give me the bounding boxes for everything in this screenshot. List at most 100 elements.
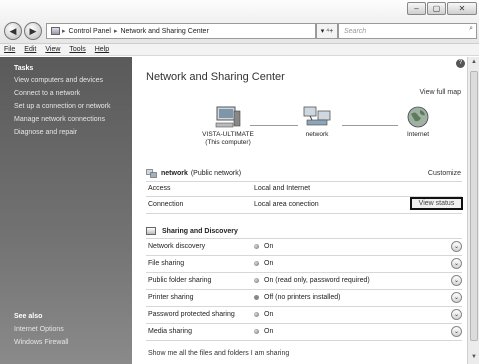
status-on-icon: [254, 244, 259, 249]
network-label: network: [305, 131, 329, 138]
tasks-heading: Tasks: [14, 65, 34, 72]
close-button[interactable]: ✕: [447, 2, 477, 15]
map-node-internet[interactable]: Internet: [394, 105, 442, 139]
customize-link[interactable]: Customize: [428, 170, 461, 177]
sharing-row-file-sharing: File sharing On ⌄: [146, 257, 462, 271]
divider: [146, 272, 462, 273]
menu-file[interactable]: File: [4, 46, 15, 53]
divider: [146, 306, 462, 307]
view-status-button[interactable]: View status: [410, 197, 463, 210]
status-on-icon: [254, 329, 259, 334]
expand-chevron-icon[interactable]: ⌄: [451, 326, 462, 337]
computer-subtitle: (This computer): [205, 139, 251, 146]
sharing-row-value: On: [264, 311, 274, 318]
divider: [146, 289, 462, 290]
menu-view[interactable]: View: [45, 46, 60, 53]
task-setup-connection[interactable]: Set up a connection or network: [14, 103, 132, 110]
sharing-row-media: Media sharing On ⌄: [146, 325, 462, 339]
task-diagnose-repair[interactable]: Diagnose and repair: [14, 129, 132, 136]
status-on-icon: [254, 261, 259, 266]
expand-chevron-icon[interactable]: ⌄: [451, 275, 462, 286]
page-title: Network and Sharing Center: [146, 71, 285, 83]
divider: [146, 213, 462, 214]
sharing-row-public-folder: Public folder sharing On (read only, pas…: [146, 274, 462, 288]
search-icon[interactable]: ⌕: [469, 25, 473, 33]
sharing-row-value: On: [264, 260, 274, 267]
status-on-icon: [254, 278, 259, 283]
control-panel-icon: [51, 27, 60, 35]
show-shared-files-link[interactable]: Show me all the files and folders I am s…: [148, 350, 289, 357]
link-windows-firewall[interactable]: Windows Firewall: [14, 339, 68, 346]
link-internet-options[interactable]: Internet Options: [14, 326, 68, 333]
sharing-header: Sharing and Discovery: [146, 227, 238, 235]
breadcrumb-control-panel[interactable]: Control Panel: [69, 28, 111, 35]
map-link-line: [250, 125, 298, 126]
breadcrumb-network-sharing-center[interactable]: Network and Sharing Center: [120, 28, 208, 35]
sharing-row-label: Printer sharing: [148, 294, 194, 301]
computer-name: VISTA-ULTIMATE: [202, 131, 254, 138]
sharing-row-value: On: [264, 243, 274, 250]
back-arrow-icon: ◀: [9, 25, 17, 36]
view-full-map-link[interactable]: View full map: [419, 89, 461, 96]
sharing-row-password-protected: Password protected sharing On ⌄: [146, 308, 462, 322]
menu-bar: File Edit View Tools Help: [0, 44, 479, 56]
sharing-row-network-discovery: Network discovery On ⌄: [146, 240, 462, 254]
computer-icon: [215, 106, 241, 128]
window-controls: – ▢ ✕: [406, 2, 477, 16]
sharing-row-label: Password protected sharing: [148, 311, 235, 318]
help-icon[interactable]: ?: [456, 59, 465, 68]
back-button[interactable]: ◀: [4, 22, 22, 40]
network-header: network (Public network): [146, 169, 241, 178]
access-label: Access: [148, 185, 171, 192]
breadcrumb-separator-icon: ▸: [113, 28, 118, 35]
network-type: (Public network): [190, 170, 242, 177]
expand-chevron-icon[interactable]: ⌄: [451, 258, 462, 269]
menu-edit[interactable]: Edit: [24, 46, 36, 53]
globe-icon: [407, 106, 429, 128]
scroll-thumb[interactable]: [470, 71, 478, 341]
menu-help[interactable]: Help: [95, 46, 109, 53]
minimize-button[interactable]: –: [407, 2, 426, 15]
network-name: network: [161, 170, 188, 177]
access-value: Local and Internet: [254, 185, 311, 192]
map-link-line: [342, 125, 398, 126]
forward-button[interactable]: ▶: [24, 22, 42, 40]
map-node-network[interactable]: network: [292, 105, 342, 139]
divider: [146, 181, 462, 182]
network-small-icon: [146, 169, 157, 178]
task-connect-network[interactable]: Connect to a network: [14, 90, 132, 97]
sharing-row-value: On: [264, 328, 274, 335]
expand-chevron-icon[interactable]: ⌄: [451, 292, 462, 303]
task-pane: Tasks View computers and devices Connect…: [0, 57, 132, 364]
network-icon: [303, 106, 331, 126]
expand-chevron-icon[interactable]: ⌄: [451, 241, 462, 252]
connection-label: Connection: [148, 201, 184, 208]
scroll-up-icon[interactable]: ▲: [470, 59, 478, 67]
map-node-computer[interactable]: VISTA-ULTIMATE (This computer): [188, 105, 268, 147]
status-off-icon: [254, 295, 259, 300]
forward-arrow-icon: ▶: [29, 25, 37, 36]
sharing-row-label: Network discovery: [148, 243, 206, 250]
sharing-title: Sharing and Discovery: [162, 227, 238, 235]
sharing-row-value: Off (no printers installed): [264, 294, 341, 301]
connection-value: Local area conection: [254, 201, 319, 208]
refresh-button[interactable]: ▾ ⁴+: [316, 23, 338, 39]
see-also-heading: See also: [14, 313, 43, 320]
scroll-down-icon[interactable]: ▼: [470, 354, 478, 362]
breadcrumb-separator-icon: ▸: [62, 28, 66, 35]
search-input[interactable]: Search ⌕: [338, 23, 477, 39]
task-view-computers[interactable]: View computers and devices: [14, 77, 132, 84]
task-manage-connections[interactable]: Manage network connections: [14, 116, 132, 123]
search-placeholder: Search: [344, 27, 367, 35]
sharing-row-label: File sharing: [148, 260, 185, 267]
address-bar[interactable]: ▸ Control Panel ▸ Network and Sharing Ce…: [46, 23, 316, 39]
vertical-scrollbar[interactable]: ▲ ▼: [467, 57, 479, 364]
menu-tools[interactable]: Tools: [69, 46, 85, 53]
expand-chevron-icon[interactable]: ⌄: [451, 309, 462, 320]
main-content: ? Network and Sharing Center View full m…: [132, 57, 467, 364]
divider: [146, 340, 462, 341]
sharing-row-label: Media sharing: [148, 328, 192, 335]
maximize-button[interactable]: ▢: [427, 2, 446, 15]
divider: [146, 323, 462, 324]
internet-label: Internet: [406, 131, 430, 138]
